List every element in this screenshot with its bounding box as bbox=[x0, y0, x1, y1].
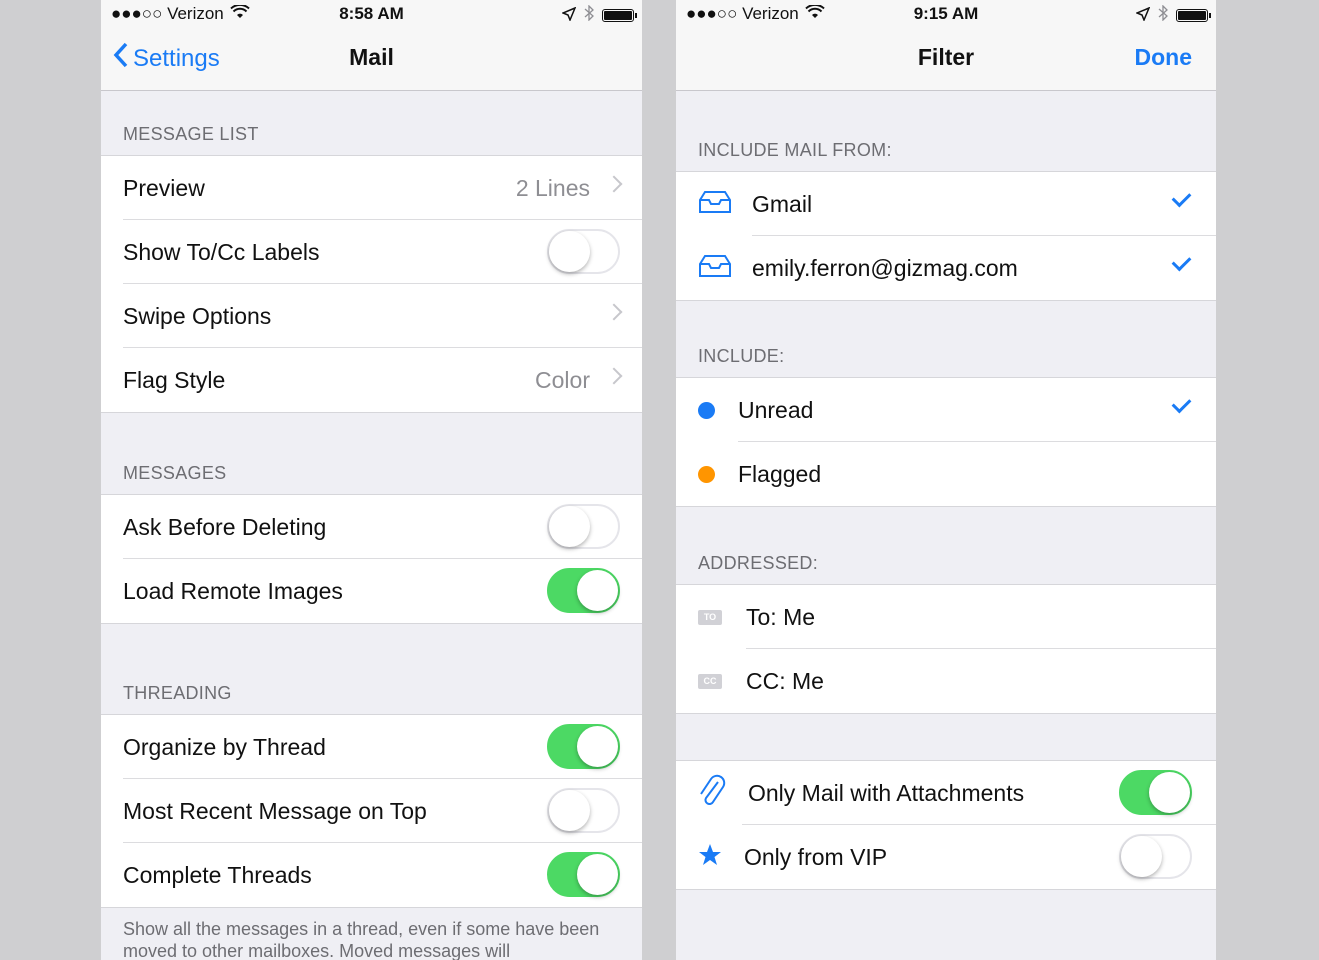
chevron-right-icon bbox=[605, 367, 623, 385]
cc-tag-icon: CC bbox=[698, 673, 722, 689]
battery-icon bbox=[1176, 9, 1211, 22]
status-bar: ●●●○○ Verizon 8:58 AM bbox=[101, 0, 642, 28]
row-label: Organize by Thread bbox=[123, 733, 326, 760]
complete-threads-row: Complete Threads bbox=[101, 843, 642, 907]
bluetooth-icon bbox=[1158, 4, 1168, 26]
show-to-cc-labels-toggle[interactable] bbox=[547, 229, 620, 274]
star-icon bbox=[698, 843, 722, 872]
section-header-messages: MESSAGES bbox=[123, 463, 227, 483]
chevron-right-icon bbox=[605, 175, 623, 193]
other-filters-group: Only Mail with Attachments Only from VIP bbox=[676, 760, 1216, 890]
location-icon bbox=[561, 6, 577, 26]
clock: 8:58 AM bbox=[339, 4, 404, 23]
messages-group: Ask Before Deleting Load Remote Images bbox=[101, 494, 642, 624]
include-group: Unread Flagged bbox=[676, 377, 1216, 507]
to-tag-icon: TO bbox=[698, 609, 722, 625]
vip-toggle[interactable] bbox=[1119, 834, 1192, 879]
message-list-group: Preview 2 Lines Show To/Cc Labels Swipe … bbox=[101, 155, 642, 413]
row-label: Flag Style bbox=[123, 366, 226, 393]
section-header-include: INCLUDE: bbox=[698, 346, 785, 366]
nav-bar: Settings Mail bbox=[101, 28, 642, 91]
organize-by-thread-row: Organize by Thread bbox=[101, 715, 642, 779]
row-label: Unread bbox=[738, 396, 814, 423]
row-label: Most Recent Message on Top bbox=[123, 797, 427, 824]
threading-footer-note: Show all the messages in a thread, even … bbox=[123, 919, 600, 960]
attachments-row: Only Mail with Attachments bbox=[676, 761, 1216, 825]
bluetooth-icon bbox=[584, 4, 594, 26]
section-header-addressed: ADDRESSED: bbox=[698, 553, 819, 573]
account-row-gmail[interactable]: Gmail bbox=[676, 172, 1216, 236]
filter-screen: ●●●○○ Verizon 9:15 AM Filter Done INCLUD… bbox=[676, 0, 1216, 960]
chevron-right-icon bbox=[605, 303, 623, 321]
mail-settings-screen: ●●●○○ Verizon 8:58 AM Settings Mail MESS… bbox=[101, 0, 642, 960]
row-label: Load Remote Images bbox=[123, 577, 343, 604]
threading-group: Organize by Thread Most Recent Message o… bbox=[101, 714, 642, 908]
flagged-row[interactable]: Flagged bbox=[676, 442, 1216, 506]
ask-before-deleting-row: Ask Before Deleting bbox=[101, 495, 642, 559]
row-label: Swipe Options bbox=[123, 302, 272, 329]
section-header-threading: THREADING bbox=[123, 683, 232, 703]
show-to-cc-labels-row: Show To/Cc Labels bbox=[101, 220, 642, 284]
account-row-gizmag[interactable]: emily.ferron@gizmag.com bbox=[676, 236, 1216, 300]
unread-row[interactable]: Unread bbox=[676, 378, 1216, 442]
status-bar: ●●●○○ Verizon 9:15 AM bbox=[676, 0, 1216, 28]
ask-before-deleting-toggle[interactable] bbox=[547, 504, 620, 549]
nav-bar: Filter Done bbox=[676, 28, 1216, 91]
inbox-icon bbox=[698, 190, 732, 219]
row-label: Gmail bbox=[752, 190, 813, 217]
row-label: Preview bbox=[123, 174, 205, 201]
attachments-toggle[interactable] bbox=[1119, 770, 1192, 815]
load-remote-images-row: Load Remote Images bbox=[101, 559, 642, 623]
include-mail-from-group: Gmail emily.ferron@gizmag.com bbox=[676, 171, 1216, 301]
preview-value: 2 Lines bbox=[515, 174, 590, 201]
organize-by-thread-toggle[interactable] bbox=[547, 724, 620, 769]
location-icon bbox=[1135, 6, 1151, 26]
flagged-dot-icon bbox=[698, 465, 715, 483]
flag-style-row[interactable]: Flag Style Color bbox=[101, 348, 642, 412]
swipe-options-row[interactable]: Swipe Options bbox=[101, 284, 642, 348]
checkmark-icon bbox=[1171, 251, 1192, 272]
row-label: Flagged bbox=[738, 460, 822, 487]
most-recent-on-top-toggle[interactable] bbox=[547, 788, 620, 833]
done-button[interactable]: Done bbox=[1135, 44, 1193, 71]
section-header-message-list: MESSAGE LIST bbox=[123, 124, 259, 144]
row-label: Only Mail with Attachments bbox=[748, 779, 1025, 806]
inbox-icon bbox=[698, 254, 732, 283]
checkmark-icon bbox=[1171, 393, 1192, 414]
row-label: emily.ferron@gizmag.com bbox=[752, 254, 1018, 281]
cc-me-row[interactable]: CC CC: Me bbox=[676, 649, 1216, 713]
to-me-row[interactable]: TO To: Me bbox=[676, 585, 1216, 649]
row-label: To: Me bbox=[746, 603, 816, 630]
battery-icon bbox=[602, 9, 637, 22]
row-label: CC: Me bbox=[746, 667, 824, 694]
most-recent-on-top-row: Most Recent Message on Top bbox=[101, 779, 642, 843]
row-label: Ask Before Deleting bbox=[123, 513, 327, 540]
clock: 9:15 AM bbox=[913, 4, 979, 23]
addressed-group: TO To: Me CC CC: Me bbox=[676, 584, 1216, 714]
section-header-include-mail-from: INCLUDE MAIL FROM: bbox=[698, 140, 892, 160]
complete-threads-toggle[interactable] bbox=[547, 852, 620, 897]
unread-dot-icon bbox=[698, 401, 715, 419]
row-label: Only from VIP bbox=[744, 843, 888, 870]
row-label: Complete Threads bbox=[123, 861, 312, 888]
load-remote-images-toggle[interactable] bbox=[547, 568, 620, 613]
vip-row: Only from VIP bbox=[676, 825, 1216, 889]
preview-row[interactable]: Preview 2 Lines bbox=[101, 156, 642, 220]
page-title: Mail bbox=[349, 44, 394, 70]
flag-style-value: Color bbox=[535, 366, 590, 393]
row-label: Show To/Cc Labels bbox=[123, 238, 320, 265]
checkmark-icon bbox=[1171, 187, 1192, 208]
paperclip-icon bbox=[698, 774, 726, 813]
